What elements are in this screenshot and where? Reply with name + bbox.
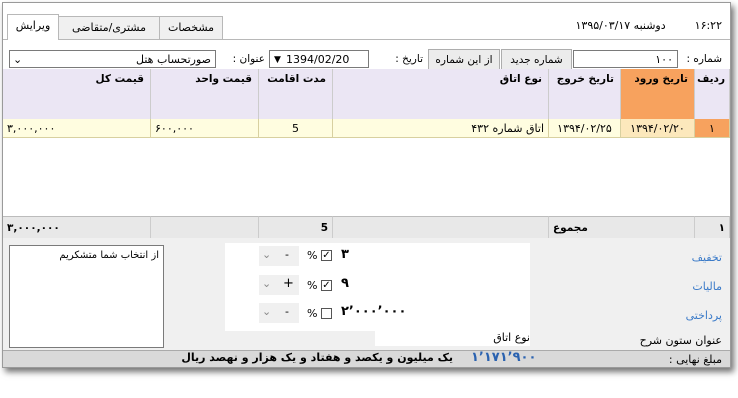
footer-total: ۳,۰۰۰,۰۰۰ [3,216,151,238]
tax-link[interactable]: مالیات [692,280,722,293]
payable-checkbox[interactable] [321,308,332,319]
header-date: دوشنبه ۱۳۹۵/۰۳/۱۷ [575,19,666,32]
discount-percent-symbol: % [307,249,318,262]
cell-room: اتاق شماره ۴۳۲ [333,119,549,138]
new-number-label: شماره جدید [510,54,563,66]
header-checkout-label: تاریخ خروج [556,73,614,85]
footer-room [333,216,549,238]
header-col-row[interactable]: ردیف [695,69,730,119]
header-unit-label: قیمت واحد [195,73,252,85]
date-label: تاریخ : [395,53,423,65]
notes-text: از انتخاب شما متشکریم [59,250,159,261]
header-col-stay[interactable]: مدت اقامت [259,69,333,119]
tab-edit[interactable]: ویرایش [7,14,59,40]
date-value: 1394/02/20 [286,53,350,66]
title-label: عنوان : [232,53,265,65]
cell-checkin: ۱۳۹۴/۰۲/۲۰ [621,119,695,138]
final-amount-label: مبلغ نهایی : [668,353,722,366]
chevron-down-icon: ⌄ [13,53,23,66]
number-label: شماره : [686,53,722,65]
chevron-down-icon: ⌄ [262,277,272,290]
tax-sign: + [283,276,294,291]
chevron-down-icon: ⌄ [262,248,272,261]
footer-unit [151,216,259,238]
header-col-unit[interactable]: قیمت واحد [151,69,259,119]
column-title-value[interactable]: نوع اتاق [375,330,530,346]
title-value: صورتحساب هتل [136,53,211,66]
header-total-label: قیمت کل [95,73,144,85]
cell-checkout: ۱۳۹۴/۰۲/۲۵ [549,119,621,138]
tab-customer[interactable]: مشتری/متقاضی [58,16,160,39]
header-col-checkin[interactable]: تاریخ ورود [621,69,695,119]
notes-textarea[interactable]: از انتخاب شما متشکریم [9,245,164,348]
header-checkin-label: تاریخ ورود [634,73,688,85]
discount-checkbox[interactable]: ✓ [321,250,332,261]
header-time: ۱۶:۲۲ [694,19,722,32]
header-col-total[interactable]: قیمت کل [3,69,151,119]
from-number-label: از این شماره [435,54,493,66]
footer-sum-label: مجموع [549,216,695,238]
tax-value[interactable]: ۹ [341,276,349,291]
tax-checkbox[interactable]: ✓ [321,280,332,291]
final-amount-value: ۱٬۱۷۱٬۹۰۰ [471,350,537,365]
final-amount-words: یک میلیون و یکصد و هفتاد و یک هزار و نهص… [181,351,453,364]
cell-row: ۱ [695,119,730,138]
header-datetime: ۱۶:۲۲ دوشنبه ۱۳۹۵/۰۳/۱۷ [576,19,723,32]
header-col-room[interactable]: نوع اتاق [333,69,549,119]
tab-divider [3,39,730,40]
new-number-button[interactable]: شماره جدید [501,49,572,71]
title-select[interactable]: صورتحساب هتل ⌄ [9,50,216,68]
column-title-label: عنوان ستون شرح [639,334,722,347]
payable-link[interactable]: پرداختی [686,309,722,322]
payable-percent-symbol: % [307,307,318,320]
from-this-number-button[interactable]: از این شماره [428,49,500,71]
discount-link[interactable]: تخفیف [692,251,722,264]
header-room-label: نوع اتاق [499,73,542,85]
discount-sign-spinner[interactable]: ⌄ - [259,246,299,266]
tab-edit-label: ویرایش [15,19,51,32]
footer-stay: 5 [259,216,333,238]
discount-sign: - [285,248,289,261]
tax-percent-symbol: % [307,279,318,292]
cell-unit: ۶۰۰,۰۰۰ [151,119,259,138]
tab-details-label: مشخصات [167,21,215,34]
header-row-label: ردیف [697,73,725,85]
tab-details[interactable]: مشخصات [159,16,223,39]
payable-value[interactable]: ۲٬۰۰۰٬۰۰۰ [341,304,406,319]
cell-stay: 5 [259,119,333,138]
discount-value[interactable]: ۳ [341,247,349,262]
header-col-checkout[interactable]: تاریخ خروج [549,69,621,119]
chevron-down-icon: ⌄ [262,305,272,318]
date-picker[interactable]: 1394/02/20 ▼ [269,50,369,68]
invoice-window: ویرایش مشتری/متقاضی مشخصات ۱۶:۲۲ دوشنبه … [2,2,731,368]
footer-row-count: ۱ [695,216,730,238]
number-field[interactable]: ۱۰۰ [573,50,678,68]
chevron-down-icon: ▼ [274,55,281,65]
header-stay-label: مدت اقامت [267,73,326,85]
cell-total: ۳,۰۰۰,۰۰۰ [3,119,151,138]
tax-sign-spinner[interactable]: ⌄ + [259,275,299,295]
payable-sign-spinner[interactable]: ⌄ - [259,303,299,323]
payable-sign: - [285,305,289,318]
tab-customer-label: مشتری/متقاضی [71,21,147,34]
